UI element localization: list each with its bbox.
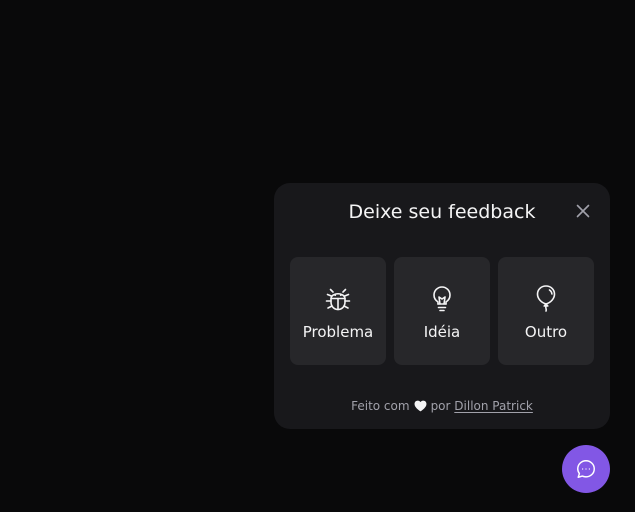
heart-icon bbox=[414, 400, 427, 412]
option-problem-label: Problema bbox=[302, 322, 374, 341]
option-idea-label: Idéia bbox=[423, 322, 461, 341]
close-icon bbox=[576, 204, 590, 218]
widget-title: Deixe seu feedback bbox=[348, 201, 536, 223]
feedback-widget: Deixe seu feedback Problema Idéia Outro … bbox=[274, 183, 610, 429]
lightbulb-icon bbox=[426, 282, 458, 314]
option-other-button[interactable]: Outro bbox=[498, 257, 594, 365]
close-button[interactable] bbox=[574, 202, 592, 220]
feedback-toggle-button[interactable] bbox=[562, 445, 610, 493]
author-link[interactable]: Dillon Patrick bbox=[454, 399, 533, 413]
footer-by-text: por bbox=[430, 399, 451, 413]
option-problem-button[interactable]: Problema bbox=[290, 257, 386, 365]
feedback-type-options: Problema Idéia Outro bbox=[290, 257, 594, 365]
bug-icon bbox=[322, 282, 354, 314]
footer-made-with-text: Feito com bbox=[351, 399, 410, 413]
option-idea-button[interactable]: Idéia bbox=[394, 257, 490, 365]
option-other-label: Outro bbox=[524, 322, 568, 341]
widget-footer: Feito com por Dillon Patrick bbox=[274, 398, 610, 414]
chat-icon bbox=[577, 460, 595, 478]
balloon-icon bbox=[530, 282, 562, 314]
page: Deixe seu feedback Problema Idéia Outro … bbox=[0, 0, 635, 512]
